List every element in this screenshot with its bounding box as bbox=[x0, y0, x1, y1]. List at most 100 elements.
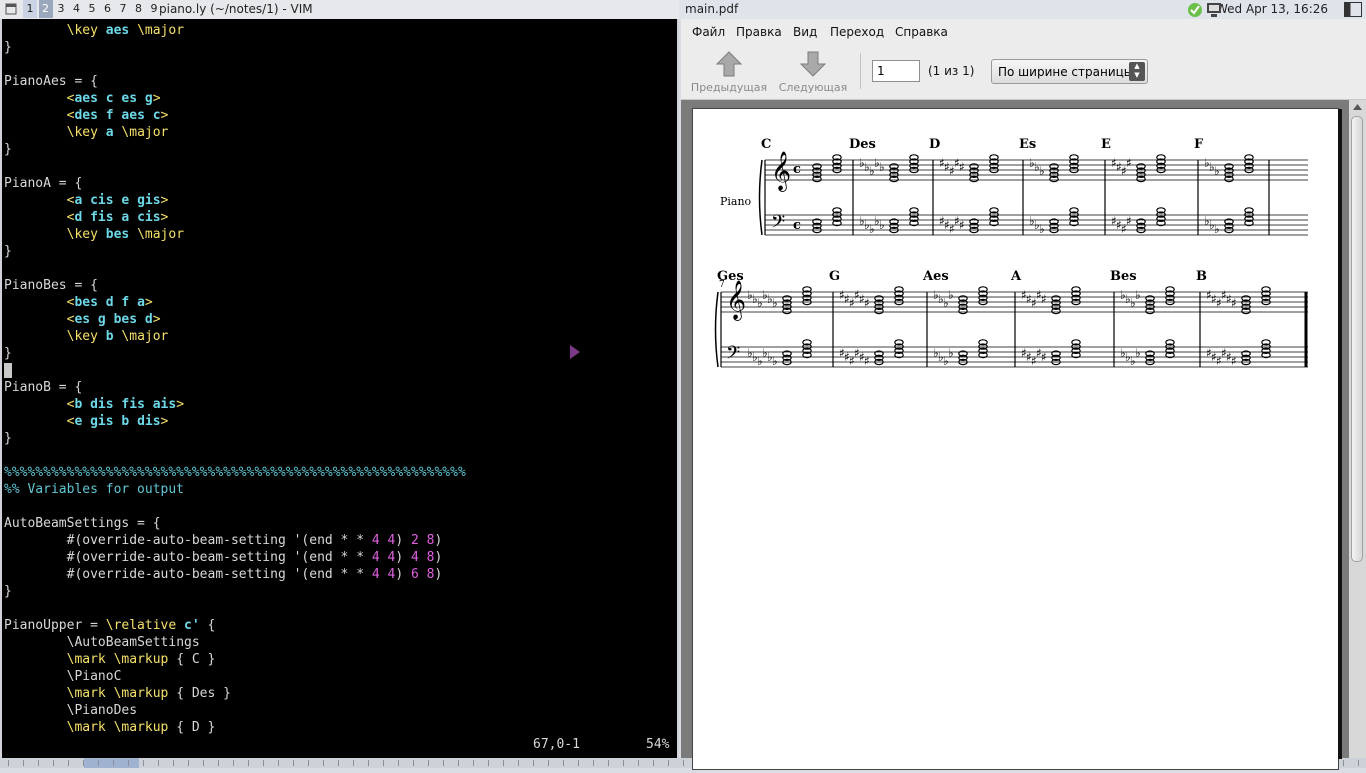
vim-token: } bbox=[4, 244, 12, 259]
toolbar: Предыдущая Следующая 1 (1 из 1) По ширин… bbox=[681, 45, 1366, 100]
flat-sign: ♭ bbox=[772, 296, 778, 310]
sharp-sign: ♯ bbox=[959, 218, 965, 232]
panel-tick bbox=[203, 760, 204, 766]
vim-token: a cis e gis bbox=[74, 193, 161, 208]
vim-token: b bbox=[105, 329, 114, 344]
vim-line: PianoBes = { bbox=[4, 278, 98, 293]
page-shadow bbox=[1338, 109, 1342, 759]
workspace-button-6[interactable]: 6 bbox=[101, 0, 115, 18]
clock[interactable]: Wed Apr 13, 16:26 bbox=[1216, 0, 1328, 18]
rehearsal-mark: A bbox=[1010, 269, 1022, 284]
vertical-scrollbar[interactable] bbox=[1349, 100, 1366, 758]
menu-go[interactable]: Переход bbox=[830, 25, 884, 39]
panel-tick bbox=[428, 760, 429, 766]
vim-token: > bbox=[152, 91, 161, 106]
pdf-viewer-window: Файл Правка Вид Переход Справка Предыдущ… bbox=[681, 19, 1366, 770]
vim-line: #(override-auto-beam-setting '(end * * 4… bbox=[4, 533, 443, 548]
panel-tick bbox=[233, 760, 234, 766]
vim-window-titlebar[interactable]: 123456789 piano.ly (~/notes/1) - VIM bbox=[0, 0, 679, 20]
rehearsal-mark: B bbox=[1196, 269, 1207, 284]
vim-window-title: piano.ly (~/notes/1) - VIM bbox=[159, 2, 313, 16]
workspace-button-3[interactable]: 3 bbox=[54, 0, 68, 18]
page-number-input[interactable]: 1 bbox=[872, 60, 920, 82]
vim-token: \major bbox=[129, 227, 185, 242]
scroll-up-icon[interactable] bbox=[1349, 100, 1366, 114]
next-page-button[interactable]: Следующая bbox=[773, 51, 853, 94]
panel-tick bbox=[533, 760, 534, 766]
menu-help[interactable]: Справка bbox=[895, 25, 948, 39]
panel-tick bbox=[413, 760, 414, 766]
vim-token: \major bbox=[113, 329, 169, 344]
zoom-select[interactable]: По ширине страницы ▲ ▼ bbox=[991, 59, 1148, 84]
vim-line: \PianoDes bbox=[4, 703, 137, 718]
vim-token: ) bbox=[434, 533, 443, 548]
panel-tick bbox=[458, 760, 459, 766]
next-page-label: Следующая bbox=[778, 81, 848, 94]
zoom-value: По ширине страницы bbox=[998, 65, 1134, 79]
rehearsal-mark: Bes bbox=[1110, 269, 1137, 284]
vim-token: #(override-auto-beam-setting '(end * * bbox=[66, 550, 372, 565]
select-arrows-icon: ▲ ▼ bbox=[1129, 62, 1145, 81]
sharp-sign: ♯ bbox=[864, 354, 870, 368]
vim-line: <b dis fis ais> bbox=[4, 397, 184, 412]
vim-token: PianoBes = { bbox=[4, 278, 98, 293]
panel-tick bbox=[173, 760, 174, 766]
panel-tick bbox=[158, 760, 159, 766]
computer-icon[interactable] bbox=[1205, 1, 1223, 18]
menu-edit[interactable]: Правка bbox=[736, 25, 782, 39]
vim-line: } bbox=[4, 142, 12, 157]
flat-sign: ♭ bbox=[772, 354, 778, 368]
rehearsal-mark: F bbox=[1194, 137, 1204, 152]
sharp-sign: ♯ bbox=[1231, 354, 1237, 368]
vim-token: c' bbox=[184, 618, 200, 633]
workspace-button-8[interactable]: 8 bbox=[132, 0, 146, 18]
network-ok-icon[interactable] bbox=[1187, 1, 1205, 18]
workspace-button-4[interactable]: 4 bbox=[70, 0, 84, 18]
sharp-sign: ♯ bbox=[1126, 214, 1132, 228]
measure-number: 7 bbox=[719, 280, 725, 290]
workspace-button-2[interactable]: 2 bbox=[38, 0, 53, 18]
vim-buffer[interactable]: \key aes \major } PianoAes = { <aes c es… bbox=[4, 22, 466, 736]
panel-tick bbox=[578, 760, 579, 766]
page-count: (1 из 1) bbox=[928, 64, 975, 78]
vim-line: \key aes \major bbox=[4, 23, 184, 38]
panel-tick bbox=[353, 760, 354, 766]
vim-token: \relative bbox=[105, 618, 185, 633]
vim-statusline: 67,0-1 54% bbox=[2, 736, 677, 753]
taskbar-active-indicator bbox=[84, 758, 139, 768]
vim-line: #(override-auto-beam-setting '(end * * 4… bbox=[4, 550, 443, 565]
vim-token: \mark \markup bbox=[66, 720, 169, 735]
flat-sign: ♭ bbox=[1039, 222, 1045, 236]
menubar: Файл Правка Вид Переход Справка bbox=[681, 19, 1366, 45]
mouse-pointer-icon bbox=[570, 345, 580, 359]
panel-toggle-icon[interactable] bbox=[1343, 1, 1363, 18]
pdf-window-titlebar[interactable]: main.pdf Wed Apr 13, 16:26 bbox=[679, 0, 1366, 19]
previous-page-button[interactable]: Предыдущая bbox=[689, 51, 769, 94]
menu-view[interactable]: Вид bbox=[793, 25, 817, 39]
workspace-button-5[interactable]: 5 bbox=[85, 0, 99, 18]
vim-token: \mark \markup bbox=[66, 686, 169, 701]
workspace-button-1[interactable]: 1 bbox=[23, 0, 37, 18]
toolbar-separator bbox=[860, 53, 861, 89]
vim-token: bes d f a bbox=[74, 295, 145, 310]
scrollbar-thumb[interactable] bbox=[1351, 116, 1363, 562]
vim-token: b dis fis ais bbox=[74, 397, 177, 412]
panel-tick bbox=[293, 760, 294, 766]
vim-token: \AutoBeamSettings bbox=[66, 635, 200, 650]
flat-sign: ♭ bbox=[1039, 164, 1045, 178]
document-area[interactable]: C Des ♭ ♭ ♭ ♭ ♭ ♭ ♭ ♭ ♭ ♭ D ♯ ♯ ♯ ♯ ♯ ♯ ♯ ♯ ♯ ♯ Es ♭ ♭ ♭ ♭ ♭ ♭ E ♯ ♯ ♯ ♯ ♯ ♯… bbox=[681, 100, 1366, 770]
workspace-button-7[interactable]: 7 bbox=[116, 0, 130, 18]
panel-tick bbox=[503, 760, 504, 766]
window-menu-icon[interactable] bbox=[2, 0, 20, 18]
arrow-up-icon bbox=[715, 51, 743, 77]
flat-sign: ♭ bbox=[1214, 164, 1220, 178]
rehearsal-mark: D bbox=[929, 137, 940, 152]
vim-editor[interactable]: \key aes \major } PianoAes = { <aes c es… bbox=[0, 19, 679, 758]
vim-line bbox=[4, 363, 12, 378]
vim-token: ) bbox=[395, 550, 412, 565]
pdf-page: C Des ♭ ♭ ♭ ♭ ♭ ♭ ♭ ♭ ♭ ♭ D ♯ ♯ ♯ ♯ ♯ ♯ ♯ ♯ ♯ ♯ Es ♭ ♭ ♭ ♭ ♭ ♭ E ♯ ♯ ♯ ♯ ♯ ♯… bbox=[692, 108, 1339, 770]
vim-token: 6 8 bbox=[411, 567, 435, 582]
panel-tick bbox=[308, 760, 309, 766]
sharp-sign: ♯ bbox=[1231, 296, 1237, 310]
menu-file[interactable]: Файл bbox=[692, 25, 725, 39]
